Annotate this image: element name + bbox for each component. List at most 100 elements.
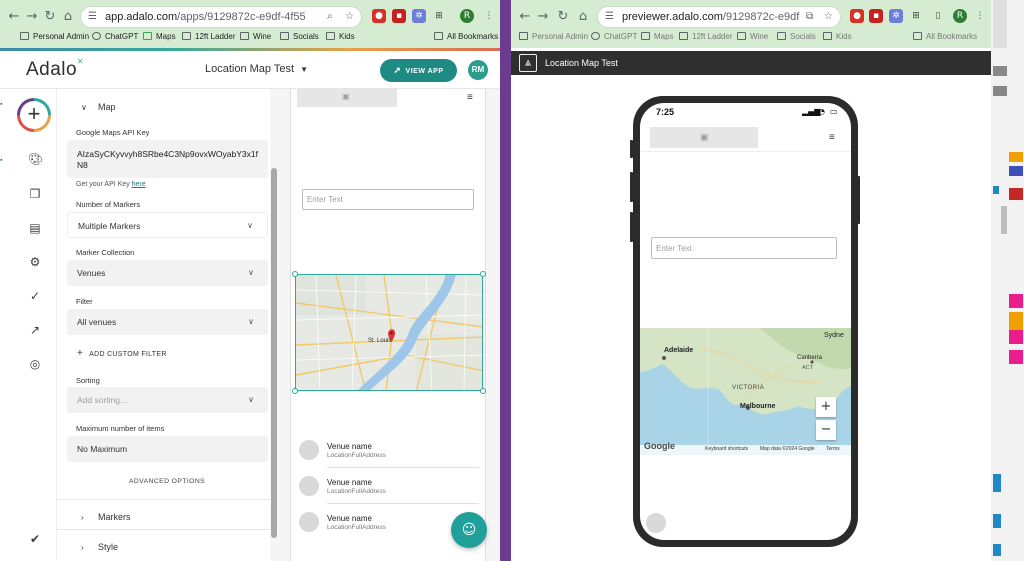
settings-gear-icon[interactable]: ⚙: [28, 255, 42, 269]
all-bookmarks[interactable]: All Bookmarks: [434, 32, 498, 41]
forward-icon[interactable]: →: [535, 9, 551, 25]
bookmark-item[interactable]: Maps: [641, 32, 674, 41]
mail-extension-icon[interactable]: ▪: [392, 9, 406, 23]
extensions-puzzle-icon[interactable]: ⊞: [909, 9, 923, 23]
hamburger-menu-icon[interactable]: ≡: [829, 132, 835, 143]
app-title-dropdown[interactable]: Location Map Test ▼: [205, 63, 308, 75]
resize-handle[interactable]: [292, 271, 298, 277]
list-item[interactable]: Venue name LocationFullAddress: [299, 476, 479, 506]
text-input-component[interactable]: Enter Text: [302, 189, 474, 210]
image-placeholder[interactable]: ▣: [297, 89, 397, 107]
markers-section-toggle[interactable]: › Markers: [81, 512, 131, 522]
resize-handle[interactable]: [480, 271, 486, 277]
text-input[interactable]: Enter Text: [651, 237, 837, 259]
bookmark-item[interactable]: Maps: [143, 32, 176, 41]
google-map[interactable]: Adelaide Canberra ACT VICTORIA Melbourne…: [640, 328, 851, 455]
palette-icon[interactable]: 🎨︎: [28, 152, 43, 166]
map-section-toggle[interactable]: ∨ Map: [81, 102, 116, 112]
adblock-extension-icon[interactable]: ●: [850, 9, 864, 23]
bookmark-item[interactable]: ChatGPT: [591, 32, 637, 41]
image-placeholder[interactable]: ▣: [650, 127, 758, 148]
bookmark-item[interactable]: Wine: [737, 32, 768, 41]
analytics-icon[interactable]: ↗: [28, 323, 42, 337]
bookmark-item[interactable]: 12ft Ladder: [679, 32, 732, 41]
sorting-select[interactable]: Add sorting... ∨: [67, 387, 268, 413]
all-bookmarks[interactable]: All Bookmarks: [913, 32, 977, 41]
sorting-label: Sorting: [76, 376, 100, 385]
bookmark-item[interactable]: Personal Admin: [519, 32, 588, 41]
home-icon[interactable]: ⌂: [60, 9, 76, 25]
screens-icon[interactable]: ❐: [28, 187, 42, 201]
style-section-toggle[interactable]: › Style: [81, 542, 118, 552]
previewer-header: ⩓ Location Map Test: [511, 51, 991, 75]
mail-extension-icon[interactable]: ▪: [869, 9, 883, 23]
resize-handle[interactable]: [292, 388, 298, 394]
install-icon[interactable]: ⧉: [806, 11, 818, 23]
map-component[interactable]: St. Louis: [295, 274, 483, 391]
add-custom-filter-button[interactable]: + ADD CUSTOM FILTER: [77, 348, 167, 359]
address-bar[interactable]: ☰ app.adalo.com/apps/9129872c-e9df-4f55-…: [80, 6, 362, 28]
bookmark-item[interactable]: Wine: [240, 32, 271, 41]
max-items-label: Maximum number of items: [76, 424, 165, 433]
zoom-icon[interactable]: ⌕: [327, 11, 339, 23]
profile-avatar[interactable]: R: [953, 9, 967, 23]
more-menu-icon[interactable]: ⋮: [973, 9, 987, 23]
adblock-extension-icon[interactable]: ●: [372, 9, 386, 23]
more-menu-icon[interactable]: ⋮: [482, 9, 496, 23]
phone-screen[interactable]: 7:25 ▂▄▆ ◔ ▭ ▣ ≡ Enter Text Adelaide Can…: [640, 103, 851, 540]
site-info-icon[interactable]: ☰: [88, 11, 100, 23]
api-key-field[interactable]: AIzaSyCKyvvyh8SRbe4C3Np9ovxWOyabY3x1fN8: [67, 140, 268, 178]
help-check-icon[interactable]: ✔: [28, 532, 42, 546]
get-api-key-link[interactable]: here: [132, 181, 146, 188]
database-icon[interactable]: ▤: [28, 221, 42, 235]
app-screen-preview[interactable]: ▣ ≡ Enter Text St. Louis Venue name Loca…: [290, 89, 486, 561]
list-item[interactable]: Venue name LocationFullAddress: [299, 440, 479, 470]
gear-extension-icon[interactable]: ✲: [412, 9, 426, 23]
filter-select[interactable]: All venues ∨: [67, 309, 268, 335]
max-items-field[interactable]: No Maximum: [67, 436, 268, 462]
address-bar[interactable]: ☰ previewer.adalo.com/9129872c-e9df-4f55…: [597, 6, 841, 28]
help-chat-button[interactable]: ☺: [451, 512, 487, 548]
map-zoom-out-button[interactable]: −: [816, 420, 836, 440]
adalo-logo[interactable]: Adalo ✕: [26, 57, 84, 81]
divider: [57, 499, 277, 500]
chevron-down-icon: ∨: [248, 395, 254, 404]
home-icon[interactable]: ⌂: [575, 9, 591, 25]
forward-icon[interactable]: →: [24, 9, 40, 25]
marketplace-icon[interactable]: ◎: [28, 357, 42, 371]
user-avatar[interactable]: RM: [468, 60, 488, 80]
preview-title: Location Map Test: [545, 58, 618, 68]
battery-icon: ▭: [830, 107, 838, 116]
add-component-button[interactable]: +: [17, 98, 51, 132]
bookmark-item[interactable]: Socials: [777, 32, 816, 41]
site-info-icon[interactable]: ☰: [605, 11, 617, 23]
resize-handle[interactable]: [480, 388, 486, 394]
reload-icon[interactable]: ↻: [42, 9, 58, 25]
map-zoom-in-button[interactable]: +: [816, 397, 836, 417]
advanced-options-toggle[interactable]: ADVANCED OPTIONS: [57, 478, 277, 485]
terms-link[interactable]: Terms: [826, 446, 840, 452]
publish-check-icon[interactable]: ✓: [28, 289, 42, 303]
sidebar-icon[interactable]: ▯: [931, 9, 945, 23]
bookmark-item[interactable]: Kids: [326, 32, 355, 41]
get-api-key-help: Get your API Key here: [76, 181, 146, 188]
url-host: previewer.adalo.com: [622, 11, 723, 23]
profile-avatar[interactable]: R: [460, 9, 474, 23]
bookmark-item[interactable]: ChatGPT: [92, 32, 138, 41]
num-markers-select[interactable]: Multiple Markers ∨: [67, 212, 268, 238]
back-icon[interactable]: ←: [6, 9, 22, 25]
marker-collection-select[interactable]: Venues ∨: [67, 260, 268, 286]
bookmark-item[interactable]: Personal Admin: [20, 32, 89, 41]
gear-extension-icon[interactable]: ✲: [889, 9, 903, 23]
reload-icon[interactable]: ↻: [555, 9, 571, 25]
bookmark-item[interactable]: Kids: [823, 32, 852, 41]
bookmark-star-icon[interactable]: ☆: [345, 11, 357, 23]
view-app-button[interactable]: ➚ VIEW APP: [380, 59, 457, 82]
extensions-puzzle-icon[interactable]: ⊞: [432, 9, 446, 23]
hamburger-menu-icon[interactable]: ≡: [467, 93, 476, 103]
bookmark-star-icon[interactable]: ☆: [824, 11, 836, 23]
keyboard-shortcuts-link[interactable]: Keyboard shortcuts: [705, 446, 748, 452]
back-icon[interactable]: ←: [517, 9, 533, 25]
bookmark-item[interactable]: Socials: [280, 32, 319, 41]
bookmark-item[interactable]: 12ft Ladder: [182, 32, 235, 41]
